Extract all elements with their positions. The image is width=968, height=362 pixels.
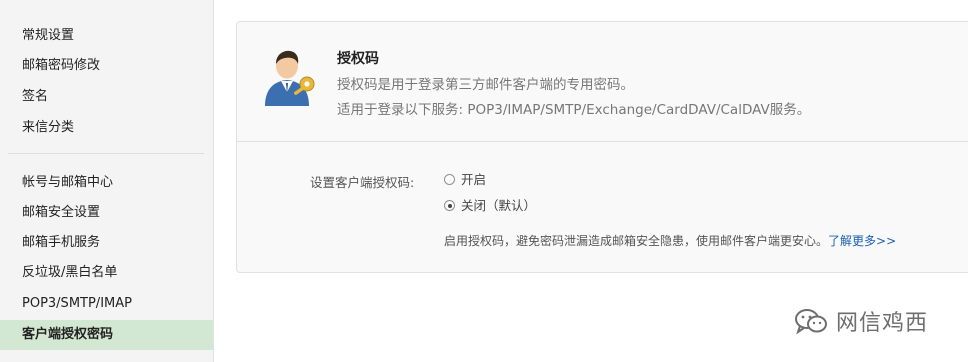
disable-radio-label: 关闭（默认） [461,198,537,213]
enable-radio[interactable] [444,174,455,185]
sidebar-item-security[interactable]: 邮箱安全设置 [0,198,213,228]
auth-setting-label: 设置客户端授权码: [310,175,415,190]
sidebar-item-mail-filter[interactable]: 来信分类 [0,113,213,143]
sidebar-item-client-auth-password[interactable]: 客户端授权密码 [0,320,213,350]
sidebar-item-pop3-smtp-imap[interactable]: POP3/SMTP/IMAP [0,289,213,319]
disable-radio[interactable] [444,200,455,211]
auth-enable-option[interactable]: 开启 [444,171,486,189]
wechat-icon [795,309,827,335]
auth-hint-text: 启用授权码，避免密码泄漏造成邮箱安全隐患，使用邮件客户端更安心。 [444,234,829,248]
learn-more-link[interactable]: 了解更多>> [828,234,896,248]
user-key-icon [265,50,315,106]
auth-code-title: 授权码 [337,51,379,67]
auth-code-header: 授权码 授权码是用于登录第三方邮件客户端的专用密码。 适用于登录以下服务: PO… [237,22,968,141]
auth-disable-option[interactable]: 关闭（默认） [444,197,536,215]
auth-code-panel: 授权码 授权码是用于登录第三方邮件客户端的专用密码。 适用于登录以下服务: PO… [236,21,968,273]
auth-hint: 启用授权码，避免密码泄漏造成邮箱安全隐患，使用邮件客户端更安心。了解更多>> [444,232,896,249]
sidebar-item-antispam[interactable]: 反垃圾/黑白名单 [0,258,213,288]
auth-code-description: 授权码是用于登录第三方邮件客户端的专用密码。 [337,77,634,93]
sidebar-item-account-center[interactable]: 帐号与邮箱中心 [0,168,213,198]
sidebar-item-change-password[interactable]: 邮箱密码修改 [0,51,213,81]
sidebar-item-mobile-service[interactable]: 邮箱手机服务 [0,228,213,258]
settings-sidebar: 常规设置 邮箱密码修改 签名 来信分类 帐号与邮箱中心 邮箱安全设置 邮箱手机服… [0,0,214,362]
sidebar-item-general[interactable]: 常规设置 [0,21,213,51]
watermark: 网信鸡西 [794,303,928,339]
sidebar-item-signature[interactable]: 签名 [0,82,213,112]
sidebar-divider [8,153,204,154]
watermark-text: 网信鸡西 [836,311,929,336]
enable-radio-label: 开启 [461,172,487,187]
panel-divider [237,141,968,142]
auth-code-services: 适用于登录以下服务: POP3/IMAP/SMTP/Exchange/CardD… [337,102,811,118]
